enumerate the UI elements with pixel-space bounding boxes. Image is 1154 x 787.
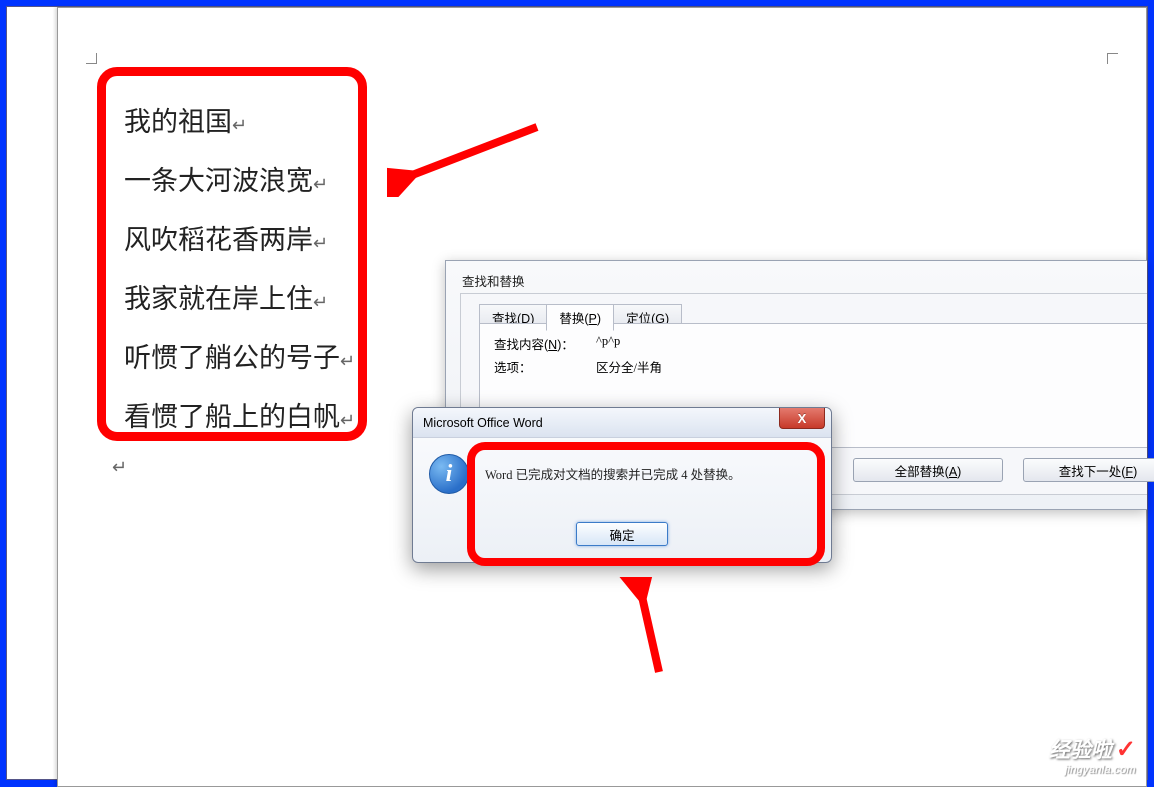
- poem-line: 我的祖国↵: [124, 94, 340, 153]
- find-what-row: 查找内容(N)： ^p^p: [494, 334, 1133, 353]
- page-margin-corner-tl: [86, 53, 97, 64]
- options-value: 区分全/半角: [596, 357, 662, 376]
- tab-replace[interactable]: 替换(P): [546, 304, 614, 331]
- message-title: Microsoft Office Word: [423, 416, 543, 430]
- poem-text: 一条大河波浪宽: [124, 166, 313, 196]
- poem-line: 听惯了艄公的号子↵: [124, 330, 340, 389]
- message-text: Word 已完成对文档的搜索并已完成 4 处替换。: [485, 454, 741, 483]
- poem-line: 看惯了船上的白帆↵: [124, 389, 340, 448]
- message-body: i Word 已完成对文档的搜索并已完成 4 处替换。: [413, 438, 831, 502]
- page-margin-corner-tr: [1107, 53, 1118, 64]
- poem-highlight-box: 我的祖国↵ 一条大河波浪宽↵ 风吹稻花香两岸↵ 我家就在岸上住↵ 听惯了艄公的号…: [97, 67, 367, 441]
- paragraph-mark-icon: ↵: [340, 410, 355, 430]
- poem-text: 我的祖国: [124, 107, 232, 137]
- dialog-title: 查找和替换: [462, 271, 525, 290]
- message-titlebar[interactable]: Microsoft Office Word: [413, 408, 831, 438]
- ok-button[interactable]: 确定: [576, 522, 668, 546]
- find-next-button[interactable]: 查找下一处(F): [1023, 458, 1154, 482]
- poem-text: 我家就在岸上住: [124, 284, 313, 314]
- info-icon: i: [429, 454, 469, 494]
- checkmark-icon: ✓: [1116, 736, 1136, 763]
- poem-line: 风吹稻花香两岸↵: [124, 212, 340, 271]
- find-what-value[interactable]: ^p^p: [596, 334, 620, 353]
- message-dialog: Microsoft Office Word X i Word 已完成对文档的搜索…: [412, 407, 832, 563]
- replace-all-button[interactable]: 全部替换(A): [853, 458, 1003, 482]
- paragraph-mark-icon: ↵: [112, 457, 127, 478]
- watermark: 经验啦✓ jingyanla.com: [1049, 734, 1136, 776]
- poem-text: 听惯了艄公的号子: [124, 343, 340, 373]
- paragraph-mark-icon: ↵: [313, 233, 328, 253]
- close-button[interactable]: X: [779, 408, 825, 429]
- poem-line: 我家就在岸上住↵: [124, 271, 340, 330]
- options-label: 选项：: [494, 357, 582, 376]
- watermark-en: jingyanla.com: [1049, 764, 1136, 776]
- poem-line: 一条大河波浪宽↵: [124, 153, 340, 212]
- paragraph-mark-icon: ↵: [313, 174, 328, 194]
- paragraph-mark-icon: ↵: [232, 115, 247, 135]
- poem-text: 风吹稻花香两岸: [124, 225, 313, 255]
- outer-frame: 我的祖国↵ 一条大河波浪宽↵ 风吹稻花香两岸↵ 我家就在岸上住↵ 听惯了艄公的号…: [6, 6, 1148, 780]
- watermark-cn: 经验啦: [1049, 734, 1112, 764]
- poem-text: 看惯了船上的白帆: [124, 402, 340, 432]
- find-what-label: 查找内容(N)：: [494, 334, 582, 353]
- close-icon: X: [798, 411, 807, 426]
- paragraph-mark-icon: ↵: [340, 351, 355, 371]
- options-row: 选项： 区分全/半角: [494, 357, 1133, 376]
- paragraph-mark-icon: ↵: [313, 292, 328, 312]
